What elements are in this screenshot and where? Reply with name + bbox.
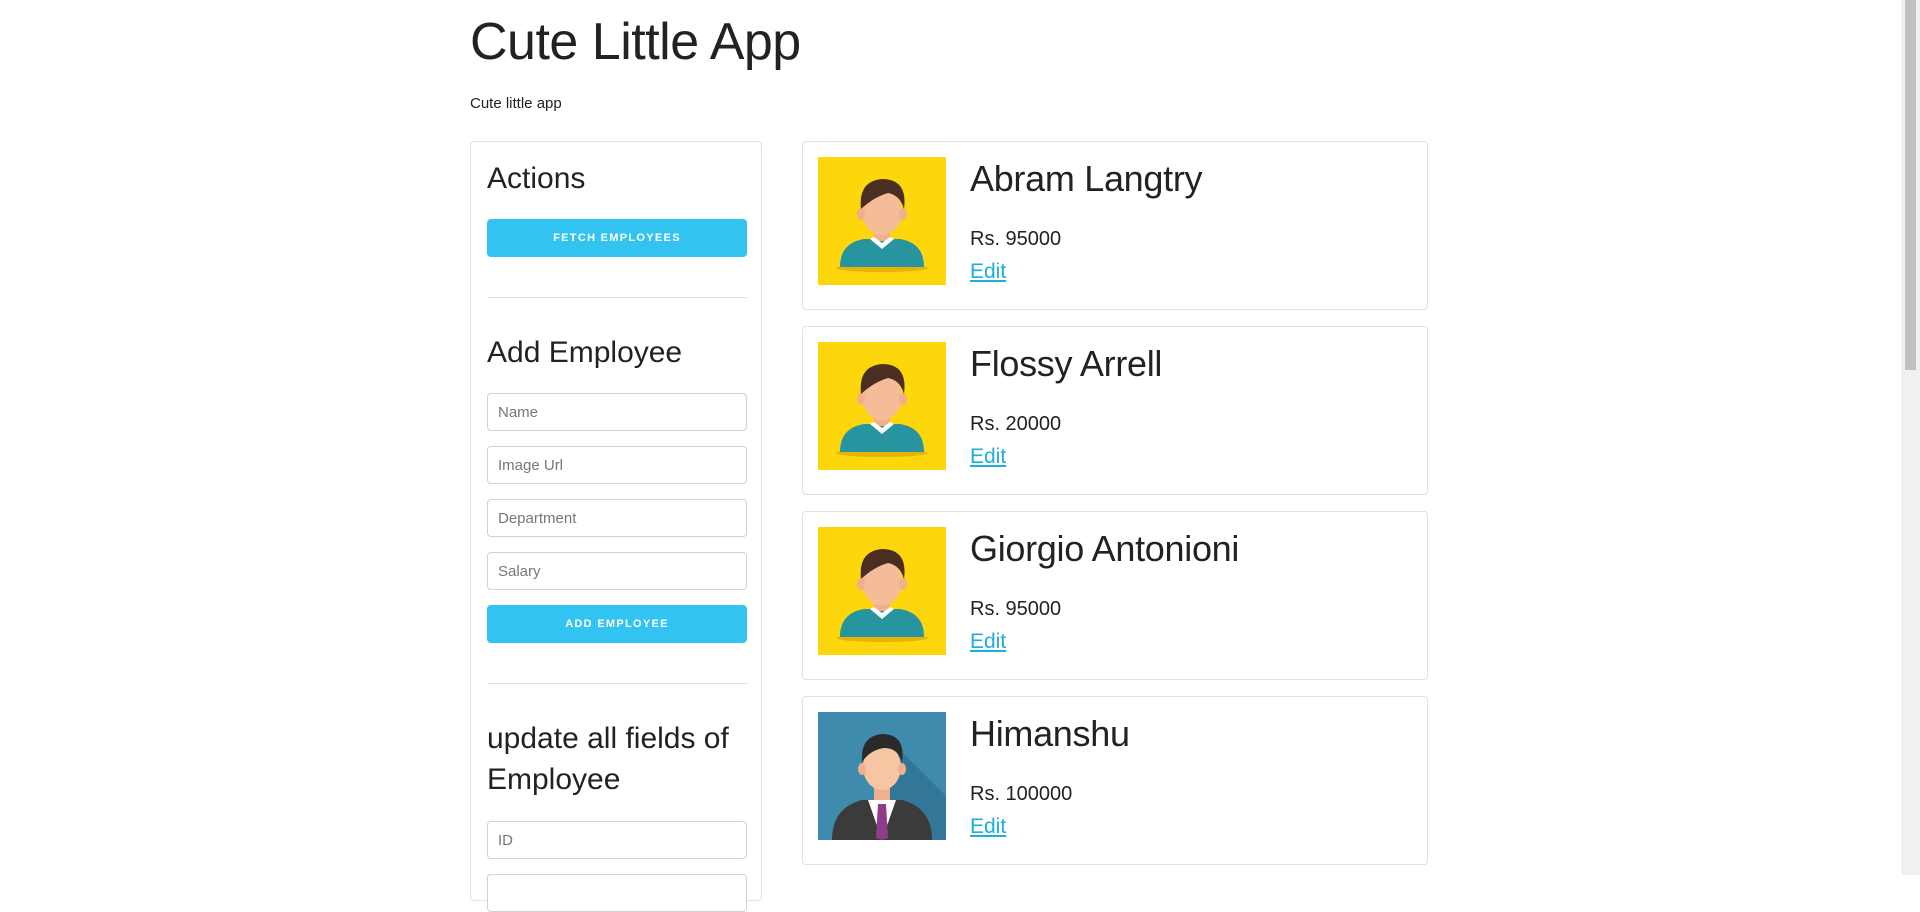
employee-salary: Rs. 95000 bbox=[970, 228, 1062, 250]
id-field[interactable] bbox=[487, 821, 747, 859]
section-divider bbox=[487, 683, 747, 684]
fetch-employees-button[interactable]: FETCH EMPLOYEES bbox=[487, 219, 747, 257]
employee-name: Abram Langtry bbox=[970, 158, 1203, 199]
edit-employee-link[interactable]: Edit bbox=[970, 260, 1006, 284]
employee-name: Himanshu bbox=[970, 713, 1130, 754]
vertical-scrollbar[interactable] bbox=[1901, 0, 1920, 875]
name-field[interactable] bbox=[487, 393, 747, 431]
edit-employee-link[interactable]: Edit bbox=[970, 815, 1006, 839]
update-name-field[interactable] bbox=[487, 874, 747, 912]
employee-salary: Rs. 100000 bbox=[970, 783, 1073, 805]
casual-avatar-icon bbox=[818, 527, 946, 655]
employee-card: Himanshu Rs. 100000 Edit bbox=[802, 696, 1428, 865]
employee-salary: Rs. 95000 bbox=[970, 598, 1062, 620]
add-employee-button[interactable]: ADD EMPLOYEE bbox=[487, 605, 747, 643]
employee-card: Abram Langtry Rs. 95000 Edit bbox=[802, 141, 1428, 310]
employee-name: Flossy Arrell bbox=[970, 343, 1163, 384]
edit-employee-link[interactable]: Edit bbox=[970, 630, 1006, 654]
business-avatar-icon bbox=[818, 712, 946, 840]
add-employee-heading: Add Employee bbox=[487, 336, 683, 369]
section-divider bbox=[487, 297, 747, 298]
employee-salary: Rs. 20000 bbox=[970, 413, 1062, 435]
app-subtitle: Cute little app bbox=[470, 95, 562, 112]
salary-field[interactable] bbox=[487, 552, 747, 590]
edit-employee-link[interactable]: Edit bbox=[970, 445, 1006, 469]
actions-heading: Actions bbox=[487, 162, 586, 195]
employee-name: Giorgio Antonioni bbox=[970, 528, 1240, 569]
sidebar-panel: Actions FETCH EMPLOYEES Add Employee ADD… bbox=[470, 141, 762, 912]
app-title: Cute Little App bbox=[470, 13, 801, 71]
casual-avatar-icon bbox=[818, 342, 946, 470]
department-field[interactable] bbox=[487, 499, 747, 537]
employee-card: Giorgio Antonioni Rs. 95000 Edit bbox=[802, 511, 1428, 680]
scrollbar-thumb[interactable] bbox=[1905, 0, 1916, 370]
casual-avatar-icon bbox=[818, 157, 946, 285]
image-url-field[interactable] bbox=[487, 446, 747, 484]
employee-card: Flossy Arrell Rs. 20000 Edit bbox=[802, 326, 1428, 495]
update-employee-heading: update all fields of Employee bbox=[487, 722, 729, 796]
